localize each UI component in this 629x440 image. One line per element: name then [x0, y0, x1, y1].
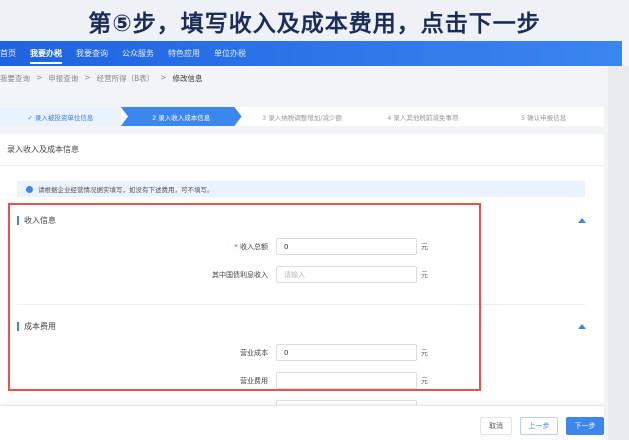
- field-total-income: * 收入总额 元: [0, 238, 440, 255]
- unit: 元: [421, 271, 428, 279]
- field-label: 营业成本: [240, 349, 268, 357]
- step-4: 4 录入其他税前减免事项: [387, 113, 459, 122]
- nav-home[interactable]: 首页: [0, 48, 16, 59]
- banner-text: 第⑤步，填写收入及成本费用，点击下一步: [88, 10, 541, 37]
- top-nav: 首页 我要办税 我要查询 公众服务 特色应用 单位办税: [0, 41, 622, 66]
- unit: 元: [421, 349, 428, 357]
- form-card: 录入收入及成本信息 请根据企业经营情况据实填写，如没有下述费用，可不填写。 收入…: [0, 134, 604, 417]
- total-income-input[interactable]: [276, 238, 417, 255]
- breadcrumb: 我要查询 > 申报查询 > 经营所得（B表） > 修改信息: [0, 73, 203, 84]
- info-icon: [26, 185, 33, 193]
- prev-button[interactable]: 上一步: [520, 417, 558, 435]
- crumb-sep: >: [160, 73, 167, 82]
- unit: 元: [421, 243, 428, 251]
- step-bar: ✓ 录入被投资单位信息 2 录入收入成本信息 3 录入纳税调整增加/减少额 4 …: [0, 107, 604, 126]
- nav-public-service[interactable]: 公众服务: [122, 48, 154, 59]
- field-label: * 收入总额: [234, 242, 268, 252]
- operating-expense-input[interactable]: [276, 372, 417, 389]
- step-3: 3 录入纳税调整增加/减少额: [262, 113, 342, 122]
- step-5: 5 确认申报信息: [520, 113, 567, 122]
- step-2: 2 录入收入成本信息: [120, 107, 242, 126]
- field-operating-cost: 营业成本 元: [0, 344, 440, 361]
- bond-interest-input[interactable]: [276, 266, 417, 283]
- footer-bar: 取消 上一步 下一步: [0, 405, 604, 440]
- notice-bar: 请根据企业经营情况据实填写，如没有下述费用，可不填写。: [17, 181, 585, 197]
- nav-query[interactable]: 我要查询: [76, 48, 108, 59]
- label-text: 收入总额: [240, 243, 268, 251]
- crumb-business-income[interactable]: 经营所得（B表）: [97, 73, 155, 84]
- collapse-up-icon[interactable]: [578, 324, 586, 329]
- crumb-current: 修改信息: [172, 74, 203, 83]
- field-label: 营业费用: [240, 377, 268, 385]
- divider: [17, 304, 585, 305]
- nav-unit-tax[interactable]: 单位办税: [214, 48, 246, 59]
- crumb-sep: >: [84, 73, 91, 82]
- scrollbar[interactable]: [608, 66, 629, 440]
- instruction-banner: 第⑤步，填写收入及成本费用，点击下一步: [0, 0, 629, 41]
- operating-cost-input[interactable]: [276, 344, 417, 361]
- nav-tax[interactable]: 我要办税: [30, 43, 62, 64]
- crumb-declare-query[interactable]: 申报查询: [48, 73, 78, 84]
- step-1[interactable]: ✓ 录入被投资单位信息: [0, 107, 121, 126]
- card-title: 录入收入及成本信息: [7, 145, 79, 154]
- required-mark: *: [234, 243, 238, 251]
- nav-special-apps[interactable]: 特色应用: [168, 48, 200, 59]
- field-bond-interest: 其中国债利息收入 元: [0, 266, 440, 283]
- unit: 元: [421, 377, 428, 385]
- field-operating-expense: 营业费用 元: [0, 372, 440, 389]
- cancel-button[interactable]: 取消: [480, 417, 512, 435]
- crumb-sep: >: [36, 73, 43, 82]
- notice-text: 请根据企业经营情况据实填写，如没有下述费用，可不填写。: [38, 186, 214, 194]
- next-button[interactable]: 下一步: [566, 417, 604, 435]
- divider: [0, 165, 604, 166]
- field-label: 其中国债利息收入: [212, 271, 268, 279]
- collapse-up-icon[interactable]: [578, 218, 586, 223]
- section-cost-title: 成本费用: [17, 322, 56, 331]
- crumb-query[interactable]: 我要查询: [0, 73, 30, 84]
- section-income-title: 收入信息: [17, 216, 56, 225]
